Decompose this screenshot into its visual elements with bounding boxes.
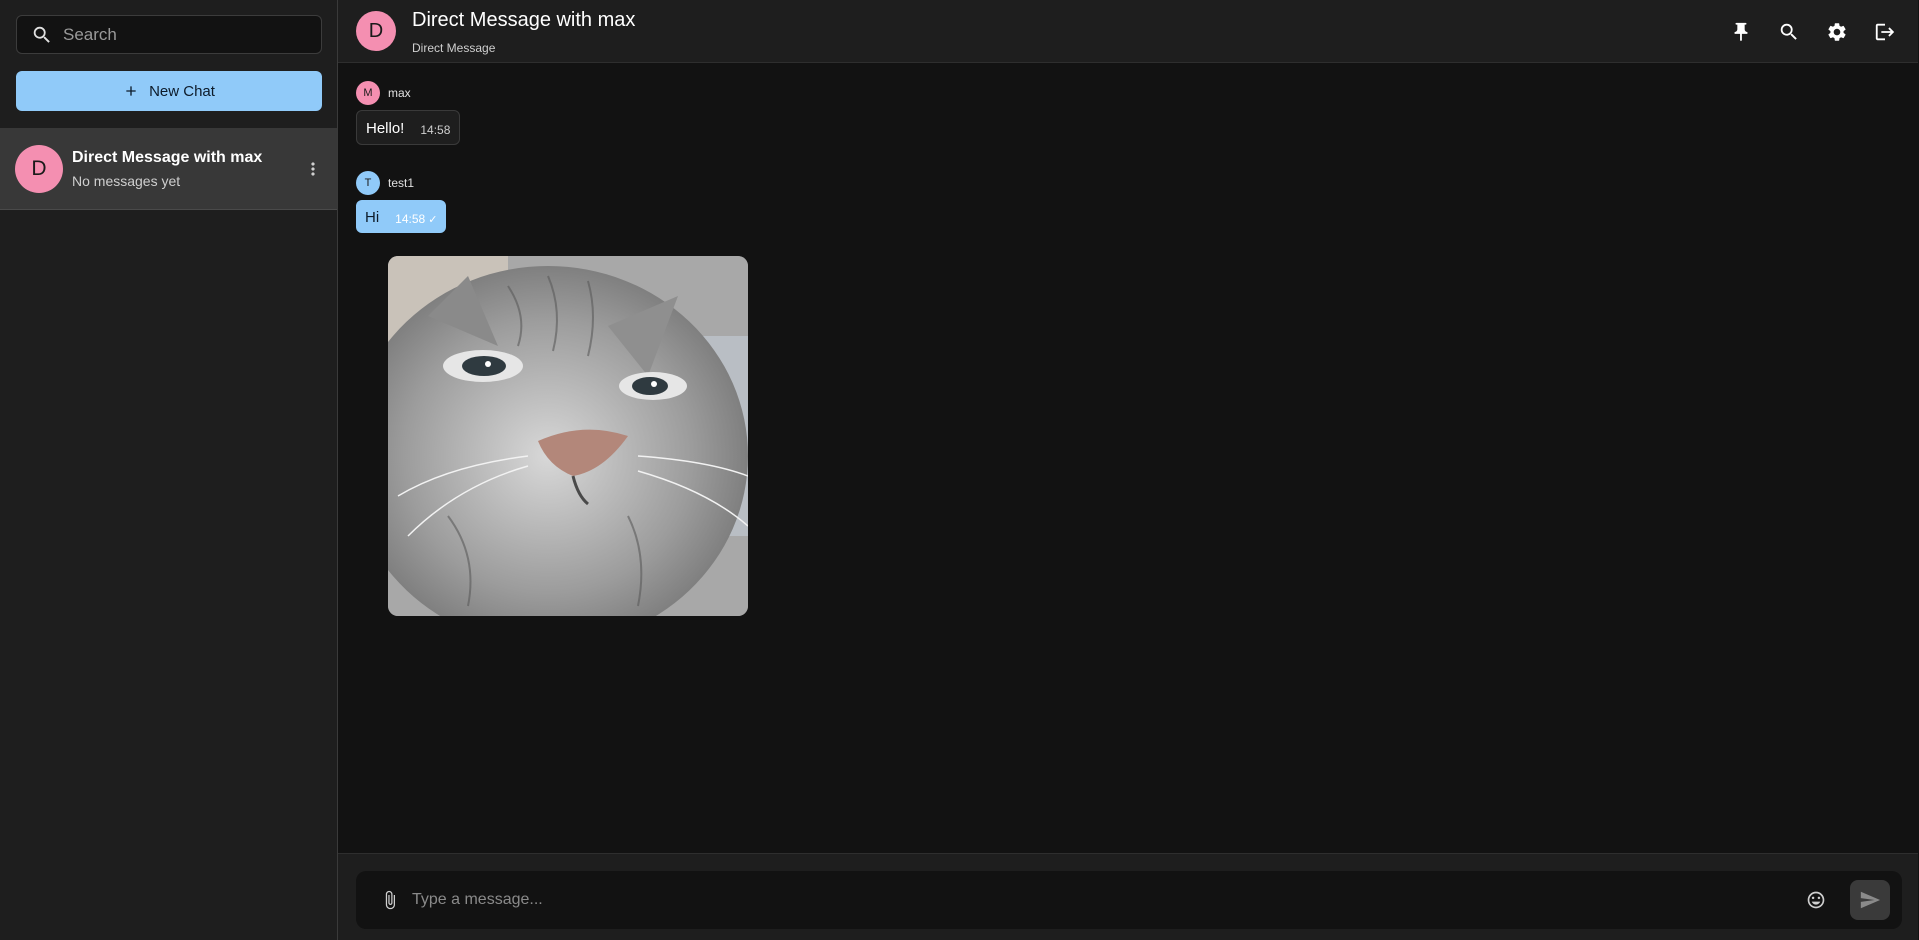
composer-area bbox=[338, 853, 1918, 940]
cat-photo bbox=[388, 256, 748, 616]
send-button[interactable] bbox=[1850, 880, 1890, 920]
message-composer bbox=[356, 871, 1902, 929]
header-avatar: D bbox=[356, 11, 396, 51]
search-icon bbox=[33, 26, 50, 43]
message-item: M max Hello! 14:58 bbox=[356, 81, 461, 145]
chat-item-preview: No messages yet bbox=[72, 172, 181, 189]
message-time: 14:58 ✓ bbox=[395, 212, 437, 226]
emoji-button[interactable] bbox=[1802, 886, 1830, 914]
chat-avatar: D bbox=[15, 144, 63, 193]
chat-panel: D Direct Message with max Direct Message bbox=[338, 0, 1919, 940]
read-check-icon: ✓ bbox=[428, 214, 438, 226]
message-text: Hello! bbox=[366, 120, 405, 137]
image-attachment[interactable] bbox=[388, 256, 748, 616]
settings-button[interactable] bbox=[1822, 17, 1852, 47]
message-header: M max bbox=[356, 81, 460, 105]
sender-avatar: M bbox=[356, 81, 380, 105]
search-box[interactable] bbox=[16, 15, 322, 54]
header-actions bbox=[1726, 17, 1900, 47]
more-vert-icon bbox=[311, 161, 315, 176]
message-list: M max Hello! 14:58 T test1 Hi 14:58 ✓ bbox=[338, 63, 1918, 853]
emoji-icon bbox=[1807, 891, 1825, 909]
search-input[interactable] bbox=[63, 24, 303, 45]
plus-icon bbox=[126, 86, 136, 96]
chat-title: Direct Message with max bbox=[412, 9, 636, 31]
pin-button[interactable] bbox=[1726, 17, 1756, 47]
search-messages-button[interactable] bbox=[1774, 17, 1804, 47]
message-header: T test1 bbox=[356, 171, 446, 195]
chat-item-title: Direct Message with max bbox=[72, 148, 263, 166]
sender-avatar: T bbox=[356, 171, 380, 195]
chat-item-text: Direct Message with max No messages yet bbox=[72, 149, 301, 189]
message-time-value: 14:58 bbox=[395, 212, 426, 226]
new-chat-label: New Chat bbox=[149, 82, 215, 100]
message-text: Hi bbox=[365, 209, 380, 226]
new-chat-button[interactable]: New Chat bbox=[16, 71, 322, 111]
settings-icon bbox=[1828, 23, 1846, 41]
message-time: 14:58 bbox=[420, 123, 451, 137]
message-item: T test1 Hi 14:58 ✓ bbox=[356, 171, 447, 233]
message-bubble[interactable]: Hi 14:58 ✓ bbox=[356, 200, 447, 233]
search-icon bbox=[1780, 23, 1797, 40]
logout-button[interactable] bbox=[1870, 17, 1900, 47]
sidebar: New Chat D Direct Message with max No me… bbox=[0, 0, 338, 940]
sender-name: test1 bbox=[388, 176, 415, 190]
attach-button[interactable] bbox=[376, 886, 404, 914]
chat-options-button[interactable] bbox=[301, 157, 325, 181]
chat-header: D Direct Message with max Direct Message bbox=[338, 0, 1918, 63]
attach-icon bbox=[385, 890, 395, 910]
chat-subtitle: Direct Message bbox=[412, 41, 496, 55]
message-bubble[interactable]: Hello! 14:58 bbox=[356, 110, 461, 145]
app-root: New Chat D Direct Message with max No me… bbox=[0, 0, 1919, 940]
message-input[interactable] bbox=[412, 891, 1802, 909]
chat-list-item[interactable]: D Direct Message with max No messages ye… bbox=[0, 128, 337, 210]
sender-name: max bbox=[388, 86, 411, 100]
logout-icon bbox=[1875, 23, 1895, 41]
pin-icon bbox=[1734, 22, 1748, 42]
send-icon bbox=[1860, 891, 1881, 909]
